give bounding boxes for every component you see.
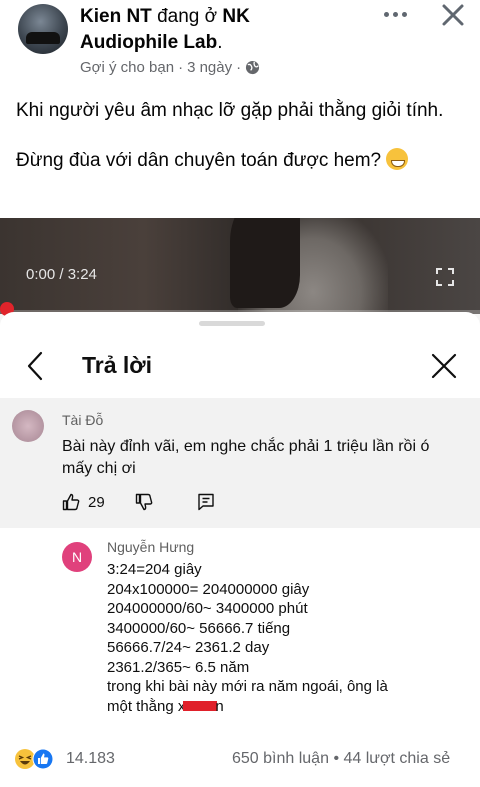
suggested-label: Gợi ý cho bạn bbox=[80, 59, 175, 76]
grinning-sweat-emoji-icon bbox=[386, 148, 409, 170]
video-player[interactable]: 0:00 / 3:24 bbox=[0, 218, 480, 314]
sheet-title: Trả lời bbox=[82, 352, 153, 378]
reaction-count[interactable]: 14.183 bbox=[66, 750, 115, 768]
reply-text: 3:24=204 giây 204x100000= 204000000 giây… bbox=[107, 560, 437, 716]
post-text-line1: Khi người yêu âm nhạc lỡ gặp phải thằng … bbox=[16, 100, 444, 121]
sheet-drag-handle[interactable] bbox=[199, 321, 265, 326]
thumbs-down-icon[interactable] bbox=[135, 493, 153, 511]
like-count: 29 bbox=[88, 493, 105, 511]
reply-last-line: một thằng x n bbox=[107, 697, 437, 717]
reply-line: trong khi bài này mới ra năm ngoái, ông … bbox=[107, 678, 388, 695]
engagement-stats: 650 bình luận • 44 lượt chia sẻ bbox=[232, 750, 450, 768]
reply-comment-icon[interactable] bbox=[197, 493, 215, 511]
hide-post-close-icon[interactable] bbox=[438, 0, 468, 30]
reply-line: 3:24=204 giây bbox=[107, 561, 202, 578]
post-author-line: Kien NT đang ở NK Audiophile Lab. bbox=[80, 4, 380, 56]
stats-dot: • bbox=[333, 750, 340, 767]
author-avatar[interactable] bbox=[18, 4, 68, 54]
back-arrow-icon[interactable] bbox=[24, 350, 46, 382]
reply-last-line-start: một thằng x bbox=[107, 697, 186, 715]
commenter-avatar[interactable] bbox=[12, 410, 44, 442]
dot-icon bbox=[401, 11, 407, 17]
parent-comment: Tài Đỗ Bài này đỉnh vãi, em nghe chắc ph… bbox=[0, 398, 480, 528]
reply-comment: N Nguyễn Hưng 3:24=204 giây 204x100000= … bbox=[0, 528, 480, 732]
more-options-button[interactable] bbox=[378, 2, 412, 26]
reply-line: 3400000/60~ 56666.7 tiếng bbox=[107, 619, 291, 637]
commenter-name[interactable]: Tài Đỗ bbox=[62, 412, 103, 428]
location-line2[interactable]: Audiophile Lab bbox=[80, 32, 217, 53]
reply-line: 2361.2/365~ 6.5 năm bbox=[107, 658, 250, 676]
reply-sheet: Trả lời Tài Đỗ Bài này đỉnh vãi, em nghe… bbox=[0, 312, 480, 732]
meta-separator: · bbox=[178, 59, 184, 76]
post-text-line2: Đừng đùa với dân chuyên toán được hem? bbox=[16, 150, 382, 171]
dot-icon bbox=[392, 11, 398, 17]
post-time[interactable]: 3 ngày bbox=[187, 59, 232, 76]
post-footer: 14.183 650 bình luận • 44 lượt chia sẻ bbox=[0, 732, 480, 787]
video-frame-hair bbox=[230, 218, 300, 308]
comment-count[interactable]: 650 bình luận bbox=[232, 750, 329, 767]
fullscreen-icon[interactable] bbox=[436, 268, 454, 286]
location-line1[interactable]: NK bbox=[222, 6, 249, 27]
reply-line: 56666.7/24~ 2361.2 day bbox=[107, 639, 270, 656]
share-count[interactable]: 44 lượt chia sẻ bbox=[344, 750, 451, 767]
post-text-line2-wrap: Đừng đùa với dân chuyên toán được hem? bbox=[16, 146, 466, 176]
video-time: 0:00 / 3:24 bbox=[26, 266, 97, 283]
reply-author[interactable]: Nguyễn Hưng bbox=[107, 539, 194, 555]
author-connector: đang ở bbox=[157, 6, 218, 27]
reply-avatar[interactable]: N bbox=[62, 542, 92, 572]
meta-separator-2: · bbox=[236, 59, 242, 76]
comment-actions: 29 bbox=[62, 490, 215, 514]
globe-icon bbox=[246, 60, 260, 75]
like-reaction-icon bbox=[32, 748, 54, 770]
reply-line: 204000000/60~ 3400000 phút bbox=[107, 600, 308, 617]
dot-icon bbox=[383, 11, 389, 17]
reply-line: 204x100000= 204000000 giây bbox=[107, 580, 310, 598]
post-body: Khi người yêu âm nhạc lỡ gặp phải thằng … bbox=[16, 96, 466, 196]
thumbs-up-icon[interactable] bbox=[62, 493, 80, 511]
author-name[interactable]: Kien NT bbox=[80, 6, 152, 27]
haha-reaction-icon bbox=[15, 749, 35, 769]
censor-bar bbox=[183, 700, 218, 711]
comment-text: Bài này đỉnh vãi, em nghe chắc phải 1 tr… bbox=[62, 438, 430, 477]
location-dot: . bbox=[217, 32, 223, 53]
reply-last-line-end: n bbox=[215, 697, 224, 715]
reactions-icons[interactable] bbox=[14, 748, 62, 770]
close-icon[interactable] bbox=[430, 352, 458, 380]
sheet-header: Trả lời bbox=[0, 334, 480, 398]
post-meta: Gợi ý cho bạn · 3 ngày · bbox=[80, 59, 260, 76]
